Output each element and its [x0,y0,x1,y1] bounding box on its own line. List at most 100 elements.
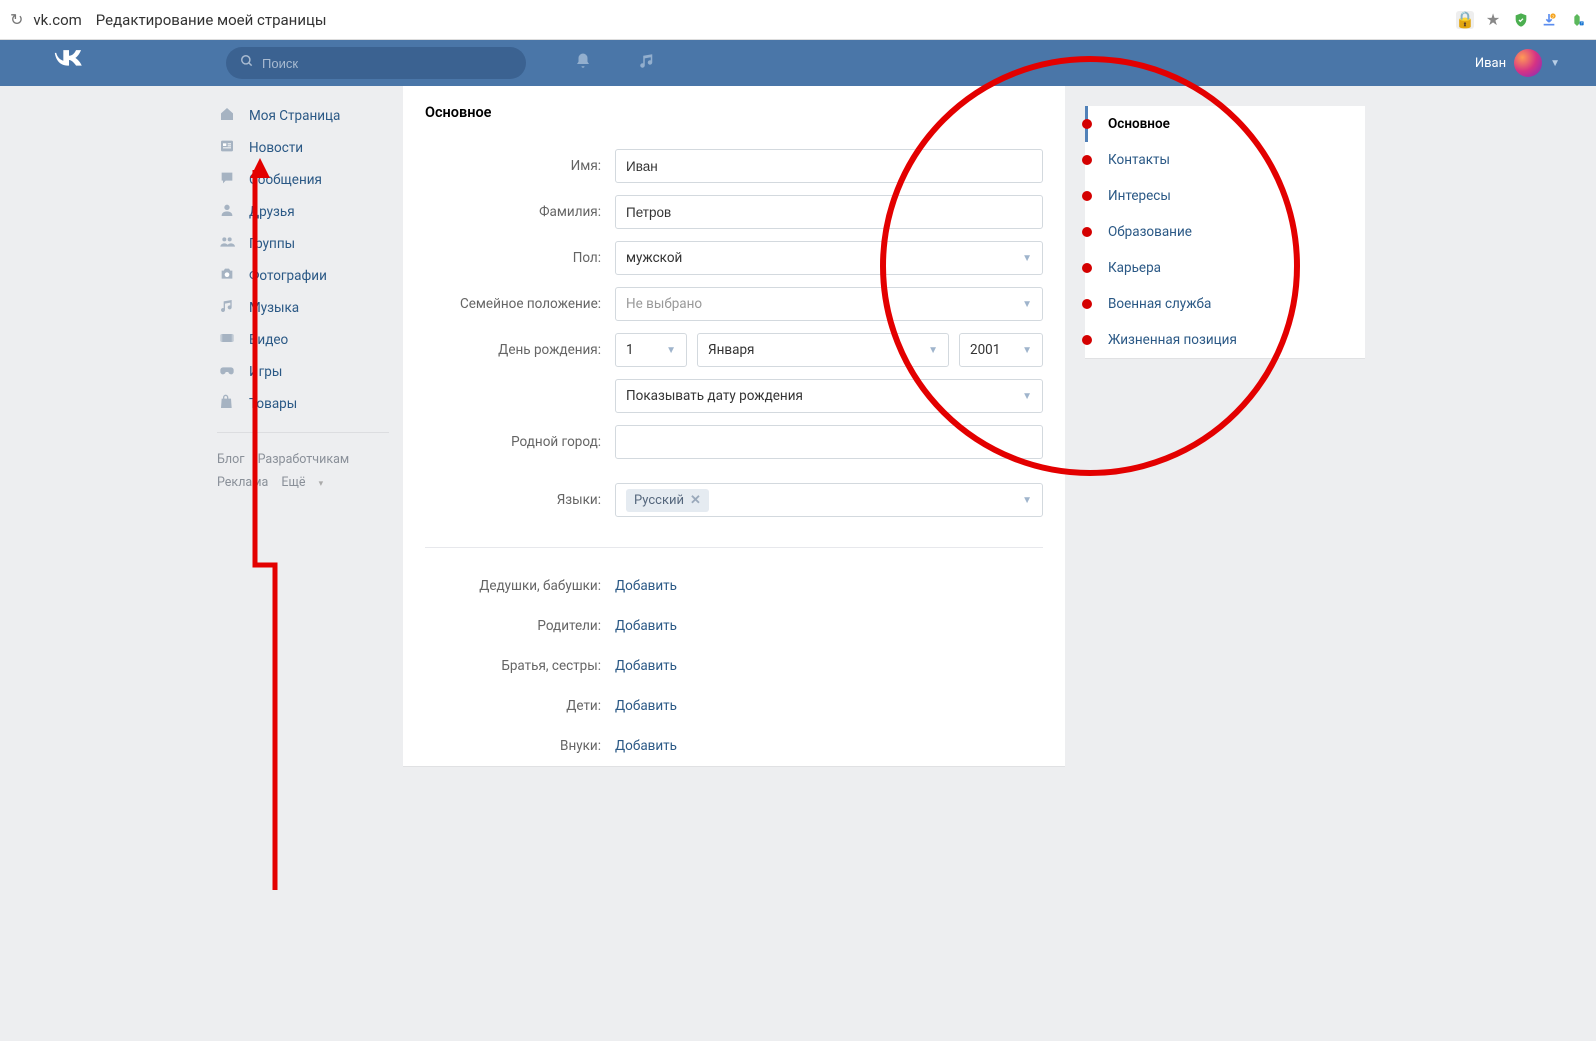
star-icon[interactable]: ★ [1484,11,1502,29]
annotation-bullet [1082,119,1092,129]
add-grandparents-link[interactable]: Добавить [615,578,677,594]
add-grandchildren-link[interactable]: Добавить [615,738,677,754]
parents-label: Родители: [425,618,615,634]
tab-education[interactable]: Образование [1085,214,1365,250]
lock-icon: 🔒 [1456,11,1474,29]
nav-label: Новости [249,140,303,156]
language-tag-label: Русский [634,493,684,508]
avatar [1514,49,1542,77]
birthday-day-select[interactable]: 1 ▼ [615,333,687,367]
tab-career[interactable]: Карьера [1085,250,1365,286]
footer-links: Блог Разработчикам Реклама Ещё ▾ [203,445,403,498]
tab-military[interactable]: Военная служба [1085,286,1365,322]
nav-label: Группы [249,236,295,252]
annotation-bullet [1082,155,1092,165]
birthday-year-select[interactable]: 2001 ▼ [959,333,1043,367]
add-siblings-link[interactable]: Добавить [615,658,677,674]
music-icon[interactable] [638,52,656,75]
nav-groups[interactable]: Группы [203,228,403,260]
shield-icon[interactable] [1512,11,1530,29]
add-parents-link[interactable]: Добавить [615,618,677,634]
vk-header: Иван ▼ [0,40,1596,86]
nav-friends[interactable]: Друзья [203,196,403,228]
add-children-link[interactable]: Добавить [615,698,677,714]
nav-market[interactable]: Товары [203,388,403,420]
birthday-visibility-select[interactable]: Показывать дату рождения ▼ [615,379,1043,413]
tab-main[interactable]: Основное [1085,106,1365,142]
nav-label: Друзья [249,204,295,220]
remove-tag-icon[interactable]: ✕ [690,493,701,508]
marital-select[interactable]: Не выбрано ▼ [615,287,1043,321]
settings-tabs-panel: Основное Контакты Интересы Образование К… [1085,86,1365,766]
url-domain: vk.com [33,11,81,29]
marital-label: Семейное положение: [425,296,615,312]
siblings-label: Братья, сестры: [425,658,615,674]
tab-label: Военная служба [1108,296,1211,312]
nav-music[interactable]: Музыка [203,292,403,324]
tab-contacts[interactable]: Контакты [1085,142,1365,178]
tab-label: Контакты [1108,152,1170,168]
annotation-bullet [1082,299,1092,309]
link-ads[interactable]: Реклама [217,475,268,490]
link-blog[interactable]: Блог [217,452,244,467]
chevron-down-icon: ▼ [1022,253,1032,264]
link-more[interactable]: Ещё ▾ [281,475,333,490]
nav-games[interactable]: Игры [203,356,403,388]
select-value: Не выбрано [626,296,702,312]
annotation-bullet [1082,335,1092,345]
nav-my-page[interactable]: Моя Страница [203,100,403,132]
grandchildren-label: Внуки: [425,738,615,754]
chevron-down-icon: ▼ [666,345,676,356]
tab-life-position[interactable]: Жизненная позиция [1085,322,1365,358]
name-input[interactable] [615,149,1043,183]
hometown-label: Родной город: [425,434,615,450]
gender-select[interactable]: мужской ▼ [615,241,1043,275]
language-tag[interactable]: Русский ✕ [626,489,709,512]
nav-video[interactable]: Видео [203,324,403,356]
download-icon[interactable]: 7 [1540,11,1558,29]
nav-messages[interactable]: Сообщения [203,164,403,196]
edit-profile-card: Основное Имя: Фамилия: Пол: мужской ▼ [403,86,1065,766]
children-label: Дети: [425,698,615,714]
search-box[interactable] [226,47,526,79]
extension-icon[interactable]: ? [1568,11,1586,29]
link-dev[interactable]: Разработчикам [258,452,350,467]
nav-news[interactable]: Новости [203,132,403,164]
nav-label: Моя Страница [249,108,340,124]
nav-label: Фотографии [249,268,327,284]
birthday-month-select[interactable]: Января ▼ [697,333,949,367]
annotation-bullet [1082,227,1092,237]
surname-label: Фамилия: [425,204,615,220]
chevron-down-icon: ▼ [1022,345,1032,356]
surname-input[interactable] [615,195,1043,229]
vk-logo[interactable] [52,50,86,76]
hometown-input[interactable] [615,425,1043,459]
select-value: 1 [626,342,634,358]
chevron-down-icon: ▼ [1022,299,1032,310]
bell-icon[interactable] [574,52,592,75]
search-icon [240,54,254,72]
news-icon [217,138,237,158]
nav-photos[interactable]: Фотографии [203,260,403,292]
select-value: Января [708,342,754,358]
groups-icon [217,234,237,254]
user-menu[interactable]: Иван ▼ [1475,49,1596,77]
birthday-label: День рождения: [425,342,615,358]
page-title: Редактирование моей страницы [96,11,327,29]
languages-label: Языки: [425,492,615,508]
tab-interests[interactable]: Интересы [1085,178,1365,214]
left-navigation: Моя Страница Новости Сообщения Друзья Гр… [203,86,403,766]
gender-label: Пол: [425,250,615,266]
reload-icon[interactable]: ↻ [10,10,23,29]
annotation-bullet [1082,263,1092,273]
section-heading: Основное [403,86,1065,143]
search-input[interactable] [262,56,512,71]
languages-select[interactable]: Русский ✕ ▼ [615,483,1043,517]
browser-address-bar: ↻ vk.com Редактирование моей страницы 🔒 … [0,0,1596,40]
chevron-down-icon: ▼ [1022,391,1032,402]
message-icon [217,170,237,190]
user-name: Иван [1475,56,1506,71]
select-value: 2001 [970,342,1000,358]
chevron-down-icon: ▼ [1550,58,1560,69]
home-icon [217,106,237,126]
